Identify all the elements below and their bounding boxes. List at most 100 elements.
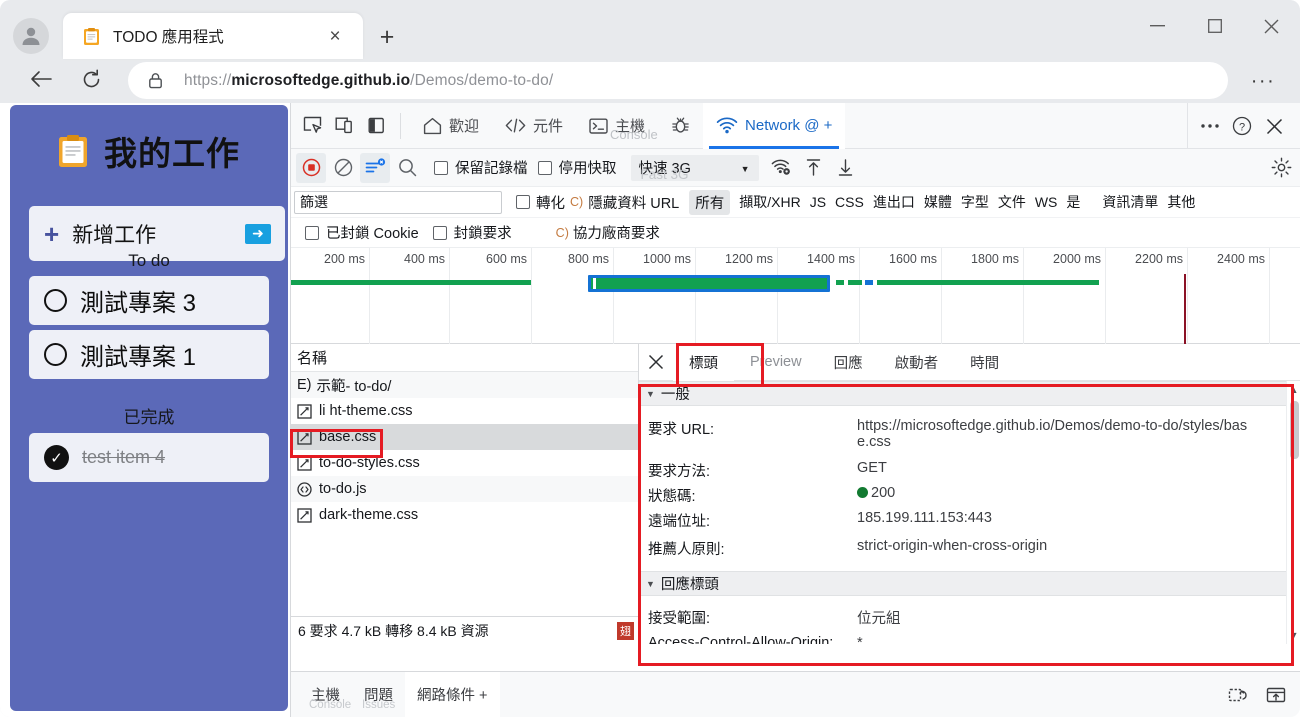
network-icon [716,117,738,134]
window-close-button[interactable] [1243,0,1300,52]
inspect-element-icon[interactable] [297,111,327,141]
table-row[interactable]: E) 示範- to-do/ [291,372,638,398]
scroll-down-icon[interactable]: ▼ [1287,628,1300,642]
search-button[interactable] [392,153,422,183]
drawer-right-icons [1223,680,1291,710]
filter-type-ws[interactable]: WS [1035,194,1058,210]
filter-type-wasm[interactable]: 是 [1066,192,1080,212]
checkbox-icon[interactable] [434,161,448,175]
dock-side-icon[interactable] [361,111,391,141]
close-detail-button[interactable] [639,344,673,381]
scrollbar-thumb[interactable] [1290,401,1299,459]
record-button[interactable] [296,153,326,183]
clear-button[interactable] [328,153,358,183]
checkbox-icon[interactable] [538,161,552,175]
url-scheme: https:// [184,72,231,89]
window-maximize-button[interactable] [1186,0,1243,52]
todo-section-completed: 已完成 ✓ test item 4 [10,395,288,482]
third-party-requests-label[interactable]: 協力廠商要求 [573,222,660,243]
list-item[interactable]: 測試專案 1 [29,330,269,379]
code-icon [505,118,526,133]
filter-type-img[interactable]: 進出口 [873,192,915,212]
filter-type-css[interactable]: CSS [835,194,864,210]
tab-label: 元件 [533,115,563,136]
tab-headers[interactable]: 標頭 [673,344,734,381]
dock-bottom-icon[interactable] [1261,680,1291,710]
invert-filter-checkbox[interactable]: 轉化 [516,192,565,213]
export-har-button[interactable] [831,153,861,183]
filter-input[interactable]: 篩選 [294,191,502,214]
import-har-button[interactable] [799,153,829,183]
table-row[interactable]: base.css [291,424,638,450]
drawer-tab-issues[interactable]: 問題 Issues [352,672,405,717]
preserve-log-checkbox[interactable]: 保留記錄檔 [434,157,528,178]
disable-cache-checkbox[interactable]: 停用快取 [538,157,617,178]
filter-button[interactable] [360,153,390,183]
request-name: base.css [319,429,376,445]
section-general[interactable]: ▼ 一般 [639,381,1300,406]
tab-debugger[interactable] [658,103,703,149]
submit-task-button[interactable]: ➜ [245,224,271,244]
hide-data-urls-label[interactable]: 隱藏資料 URL [588,192,679,213]
scroll-up-icon[interactable]: ▲ [1287,383,1300,397]
filter-type-js[interactable]: JS [810,194,826,210]
tab-console[interactable]: 主機 Console [576,103,658,149]
browser-more-button[interactable]: ··· [1248,66,1278,96]
checkbox-icon[interactable] [305,226,319,240]
section-response-headers[interactable]: ▼ 回應標頭 [639,571,1300,596]
back-button[interactable] [22,60,60,98]
table-row[interactable]: to-do-styles.css [291,450,638,476]
list-item[interactable]: ✓ test item 4 [29,433,269,482]
device-toolbar-icon[interactable] [329,111,359,141]
checkbox-icon[interactable] [516,195,530,209]
task-checkbox-icon[interactable] [44,343,67,366]
devtools-tabs: 歡迎 元件 主機 Console [410,103,845,149]
table-row[interactable]: li ht-theme.css [291,398,638,424]
new-tab-button[interactable]: + [372,22,402,52]
list-item[interactable]: 測試專案 3 [29,276,269,325]
address-bar[interactable]: https://microsoftedge.github.io/Demos/de… [128,62,1228,99]
tab-welcome[interactable]: 歡迎 [410,103,492,149]
tab-response[interactable]: 回應 [818,344,879,381]
filter-type-manifest[interactable]: 資訊清單 [1102,192,1158,212]
chevron-down-icon: ▼ [741,164,750,174]
filter-type-fetch-xhr[interactable]: 擷取/XHR [739,192,800,212]
checkbox-icon[interactable] [433,226,447,240]
filter-type-font[interactable]: 字型 [961,192,989,212]
blocked-requests-checkbox[interactable]: 封鎖要求 [433,222,512,243]
tab-label-ghost: Console [309,699,351,711]
table-row[interactable]: dark-theme.css [291,502,638,528]
detail-scrollbar[interactable]: ▲ ▼ [1286,381,1300,644]
close-icon[interactable] [1258,110,1290,142]
tick-label: 2200 ms [1135,252,1183,266]
blocked-cookies-checkbox[interactable]: 已封鎖 Cookie [305,222,419,243]
drawer-tab-console[interactable]: 主機 Console [299,672,352,717]
filter-type-media[interactable]: 媒體 [924,192,952,212]
help-icon[interactable]: ? [1226,110,1258,142]
tick-label: 200 ms [324,252,365,266]
tab-initiator[interactable]: 啟動者 [879,344,955,381]
table-row[interactable]: to-do.js [291,476,638,502]
tab-preview[interactable]: Preview [734,344,818,381]
network-settings-button[interactable] [1271,157,1292,178]
task-checked-icon[interactable]: ✓ [44,445,69,470]
tab-timing[interactable]: 時間 [954,344,1015,381]
more-icon[interactable] [1194,110,1226,142]
restore-icon[interactable] [1223,680,1253,710]
drawer-tab-network-conditions[interactable]: 網路條件 + [405,672,500,717]
tab-close-button[interactable]: × [323,24,347,48]
task-checkbox-icon[interactable] [44,289,67,312]
tab-network[interactable]: Network @ + [703,103,845,149]
filter-type-other[interactable]: 其他 [1167,192,1195,212]
profile-avatar[interactable] [13,18,49,54]
network-conditions-button[interactable] [767,153,797,183]
browser-tab[interactable]: TODO 應用程式 × [63,13,363,59]
reload-button[interactable] [72,60,110,98]
detail-key: 接受範圍: [639,607,857,628]
throttle-select[interactable]: 快速 3G Fast 3G ▼ [631,155,759,181]
filter-type-doc[interactable]: 文件 [998,192,1026,212]
filter-type-all[interactable]: 所有 [689,190,730,215]
tab-elements[interactable]: 元件 [492,103,576,149]
window-minimize-button[interactable] [1129,0,1186,52]
network-overview-timeline[interactable]: 200 ms 400 ms 600 ms 800 ms 1000 ms 1200… [291,248,1300,344]
